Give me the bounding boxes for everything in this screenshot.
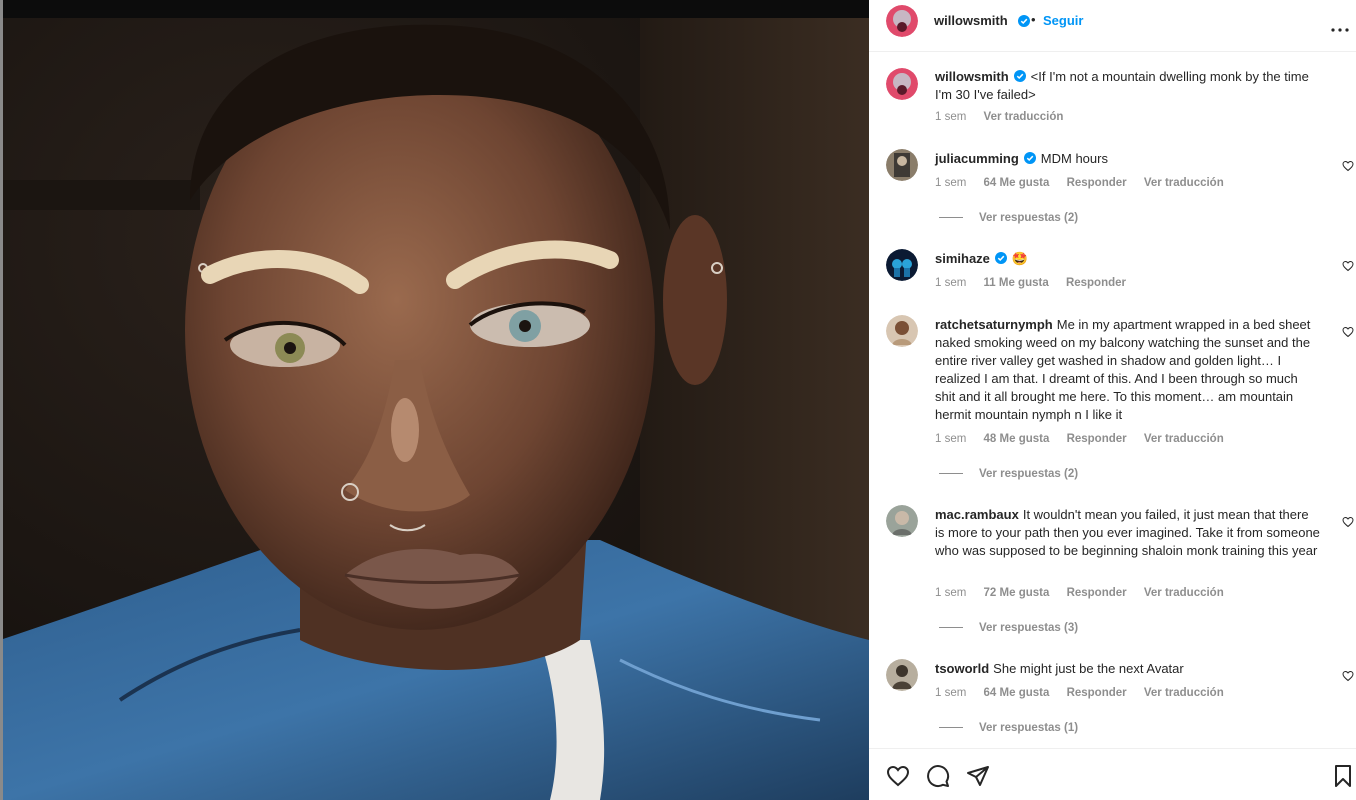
replies-line: [939, 217, 963, 219]
share-icon[interactable]: [966, 764, 990, 788]
portrait-illustration: [0, 0, 869, 800]
more-options-icon[interactable]: [1331, 19, 1349, 32]
post-actions-bar: [869, 748, 1356, 800]
comment-meta: 1 sem 64 Me gusta Responder Ver traducci…: [935, 177, 1238, 189]
verified-badge-icon: [1013, 70, 1026, 82]
caption-username[interactable]: willowsmith: [935, 69, 1009, 84]
verified-badge-icon: [1015, 13, 1030, 31]
view-replies-label: Ver respuestas (2): [979, 212, 1079, 224]
view-replies-label: Ver respuestas (3): [979, 622, 1079, 634]
replies-line: [939, 473, 963, 475]
commenter-username[interactable]: simihaze: [935, 251, 990, 266]
translate-link[interactable]: Ver traducción: [1144, 587, 1224, 599]
reply-link[interactable]: Responder: [1067, 177, 1127, 189]
comment-body: simihaze 🤩: [935, 250, 1320, 268]
caption-time[interactable]: 1 sem: [935, 111, 966, 123]
comment-meta: 1 sem 64 Me gusta Responder Ver traducci…: [935, 687, 1238, 699]
view-replies-label: Ver respuestas (2): [979, 468, 1079, 480]
comment-text: MDM hours: [1040, 151, 1108, 166]
commenter-avatar[interactable]: [886, 659, 918, 691]
reply-link[interactable]: Responder: [1066, 277, 1126, 289]
comment-meta: 1 sem 48 Me gusta Responder Ver traducci…: [935, 433, 1238, 445]
commenter-avatar[interactable]: [886, 149, 918, 181]
verified-badge-icon: [994, 252, 1007, 264]
comment-like-icon[interactable]: [1342, 515, 1354, 528]
translate-link[interactable]: Ver traducción: [1144, 687, 1224, 699]
view-replies-link[interactable]: Ver respuestas (3): [939, 622, 1078, 634]
commenter-username[interactable]: mac.rambaux: [935, 507, 1019, 522]
replies-line: [939, 727, 963, 729]
commenter-avatar[interactable]: [886, 315, 918, 347]
comment-likes[interactable]: 64 Me gusta: [984, 687, 1050, 699]
heart-icon[interactable]: [886, 764, 910, 788]
post-details-panel: willowsmith • Seguir willowsmith <If I'm …: [869, 0, 1356, 800]
comment-time[interactable]: 1 sem: [935, 687, 966, 699]
post-header: willowsmith • Seguir: [869, 0, 1356, 52]
caption-translate-link[interactable]: Ver traducción: [984, 111, 1064, 123]
comment-text: 🤩: [1011, 251, 1029, 266]
author-username[interactable]: willowsmith: [934, 13, 1008, 28]
comment-like-icon[interactable]: [1342, 159, 1354, 172]
comment-like-icon[interactable]: [1342, 325, 1354, 338]
comment-meta: 1 sem 72 Me gusta Responder Ver traducci…: [935, 587, 1238, 599]
comment-text: She might just be the next Avatar: [993, 661, 1184, 676]
post-photo[interactable]: [0, 0, 869, 800]
comment-text: Me in my apartment wrapped in a bed shee…: [935, 317, 1311, 422]
comment-body: ratchetsaturnymph Me in my apartment wrap…: [935, 316, 1320, 424]
comment-time[interactable]: 1 sem: [935, 277, 966, 289]
comment-like-icon[interactable]: [1342, 259, 1354, 272]
comment-body: tsoworld She might just be the next Avata…: [935, 660, 1320, 678]
comment-time[interactable]: 1 sem: [935, 433, 966, 445]
commenter-avatar[interactable]: [886, 505, 918, 537]
translate-link[interactable]: Ver traducción: [1144, 433, 1224, 445]
comment-icon[interactable]: [926, 764, 950, 788]
view-replies-label: Ver respuestas (1): [979, 722, 1079, 734]
caption-meta: 1 sem Ver traducción: [935, 111, 1077, 123]
translate-link[interactable]: Ver traducción: [1144, 177, 1224, 189]
comment-likes[interactable]: 64 Me gusta: [984, 177, 1050, 189]
view-replies-link[interactable]: Ver respuestas (2): [939, 212, 1078, 224]
comment-body: juliacumming MDM hours: [935, 150, 1320, 168]
photo-top-border: [0, 0, 869, 18]
comment-meta: 1 sem 11 Me gusta Responder: [935, 277, 1140, 289]
author-avatar[interactable]: [886, 5, 918, 37]
comment-likes[interactable]: 11 Me gusta: [984, 277, 1049, 289]
follow-button[interactable]: Seguir: [1043, 13, 1083, 28]
replies-line: [939, 627, 963, 629]
reply-link[interactable]: Responder: [1067, 433, 1127, 445]
separator-dot: •: [1031, 12, 1036, 27]
commenter-username[interactable]: tsoworld: [935, 661, 989, 676]
verified-badge-icon: [1023, 152, 1036, 164]
comment-likes[interactable]: 48 Me gusta: [984, 433, 1050, 445]
comment-like-icon[interactable]: [1342, 669, 1354, 682]
view-replies-link[interactable]: Ver respuestas (1): [939, 722, 1078, 734]
bookmark-icon[interactable]: [1331, 764, 1355, 788]
author-avatar[interactable]: [886, 68, 918, 100]
reply-link[interactable]: Responder: [1067, 587, 1127, 599]
commenter-username[interactable]: ratchetsaturnymph: [935, 317, 1053, 332]
comment-likes[interactable]: 72 Me gusta: [984, 587, 1050, 599]
photo-left-border: [0, 0, 3, 800]
comment-time[interactable]: 1 sem: [935, 177, 966, 189]
comments-list[interactable]: willowsmith <If I'm not a mountain dwelli…: [869, 52, 1356, 748]
view-replies-link[interactable]: Ver respuestas (2): [939, 468, 1078, 480]
commenter-avatar[interactable]: [886, 249, 918, 281]
reply-link[interactable]: Responder: [1067, 687, 1127, 699]
comment-body: mac.rambaux It wouldn't mean you failed, …: [935, 506, 1320, 560]
caption-body: willowsmith <If I'm not a mountain dwelli…: [935, 68, 1320, 104]
commenter-username[interactable]: juliacumming: [935, 151, 1019, 166]
comment-time[interactable]: 1 sem: [935, 587, 966, 599]
